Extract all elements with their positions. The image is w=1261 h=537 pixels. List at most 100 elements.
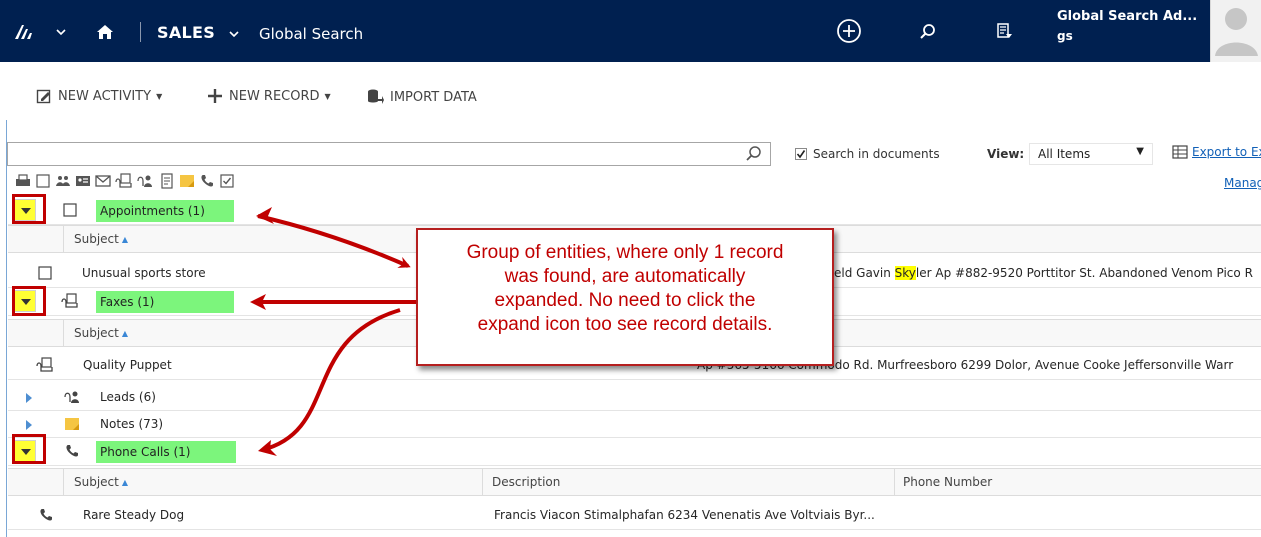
column-header-subject-label: Subject [74, 475, 119, 489]
search-input[interactable] [7, 142, 771, 166]
sort-ascending-icon: ▲ [121, 235, 129, 244]
new-activity-button[interactable]: NEW ACTIVITY ▼ [36, 88, 162, 104]
letter-icon[interactable] [159, 173, 175, 189]
lead-icon [64, 389, 82, 405]
dynamics-logo-icon[interactable] [14, 24, 38, 40]
annotation-callout: Group of entities, where only 1 record w… [416, 228, 834, 366]
import-data-icon [366, 88, 384, 106]
page-title[interactable]: Global Search [259, 25, 363, 43]
callout-line: expand icon too see record details. [477, 314, 773, 335]
advanced-find-icon[interactable] [996, 22, 1014, 40]
group-row-phone-calls[interactable]: Phone Calls (1) [8, 438, 1261, 466]
column-divider [63, 320, 64, 346]
view-select-value: All Items [1038, 147, 1091, 161]
group-label-notes[interactable]: Notes (73) [100, 417, 163, 431]
view-select[interactable]: All Items ▼ [1029, 143, 1153, 165]
column-divider [482, 469, 483, 495]
business-card-icon[interactable] [75, 173, 91, 189]
area-chevron-down-icon[interactable] [229, 30, 239, 38]
column-header-description[interactable]: Description [492, 469, 560, 495]
callout-line: expanded. No need to click the [494, 290, 756, 311]
table-row[interactable]: Rare Steady Dog Francis Viacon Stimalpha… [8, 502, 1261, 530]
annotation-highlight-box [12, 194, 46, 224]
record-description: Francis Viacon Stimalphafan 6234 Venenat… [494, 508, 875, 522]
record-subject[interactable]: Rare Steady Dog [83, 508, 184, 522]
user-org: gs [1057, 29, 1073, 43]
printer-icon[interactable] [15, 173, 31, 189]
export-to-excel-link[interactable]: Export to Excel [1192, 145, 1261, 159]
chevron-down-icon[interactable] [56, 28, 66, 36]
import-data-label: IMPORT DATA [390, 89, 477, 105]
search-in-documents-checkbox[interactable] [795, 148, 807, 160]
search-icon[interactable] [919, 23, 937, 41]
expand-icon[interactable] [26, 420, 32, 430]
new-activity-icon [36, 88, 52, 104]
contacts-icon[interactable] [55, 173, 71, 189]
manage-link[interactable]: Manage [1224, 176, 1261, 190]
phone-icon[interactable] [199, 173, 215, 189]
fax-icon [36, 357, 54, 373]
group-label-phone-calls[interactable]: Phone Calls (1) [96, 441, 236, 463]
column-divider [63, 469, 64, 495]
note-icon[interactable] [179, 173, 195, 189]
appointment-icon [62, 202, 78, 218]
left-border [6, 120, 7, 537]
entity-filter-bar [15, 170, 239, 192]
group-row-appointments[interactable]: Appointments (1) [8, 197, 1261, 225]
column-header-subject-label: Subject [74, 326, 119, 340]
search-highlight: Sky [894, 266, 916, 280]
plus-icon [207, 88, 223, 104]
excel-icon[interactable] [1172, 144, 1188, 160]
record-subject[interactable]: Unusual sports store [82, 266, 206, 280]
note-icon [64, 416, 80, 432]
column-divider [894, 469, 895, 495]
command-bar: NEW ACTIVITY ▼ NEW RECORD ▼ IMPORT DATA [0, 62, 1261, 138]
task-icon[interactable] [219, 173, 235, 189]
phone-icon [38, 507, 54, 523]
caret-down-icon: ▼ [1136, 146, 1144, 157]
annotation-highlight-box [12, 286, 46, 316]
group-row-notes[interactable]: Notes (73) [8, 411, 1261, 438]
new-activity-label: NEW ACTIVITY [58, 88, 152, 104]
search-button-icon[interactable] [745, 145, 763, 163]
callout-line: was found, are automatically [504, 266, 746, 287]
top-nav-bar: SALES Global Search Global Search Ad... … [0, 0, 1261, 62]
import-data-button[interactable]: IMPORT DATA [366, 88, 477, 106]
user-name[interactable]: Global Search Ad... [1057, 9, 1207, 24]
avatar[interactable] [1210, 0, 1261, 62]
expand-icon[interactable] [26, 393, 32, 403]
column-divider [63, 226, 64, 252]
column-header-subject[interactable]: Subject ▲ [74, 226, 128, 252]
grid-header-phone-calls: Subject ▲ Description Phone Number [8, 468, 1261, 496]
appointment-icon[interactable] [35, 173, 51, 189]
group-label-appointments[interactable]: Appointments (1) [96, 200, 234, 222]
home-icon[interactable] [96, 24, 114, 40]
sort-ascending-icon: ▲ [121, 329, 129, 338]
caret-down-icon: ▼ [324, 91, 331, 101]
group-label-faxes[interactable]: Faxes (1) [96, 291, 234, 313]
column-header-phone-number[interactable]: Phone Number [903, 469, 992, 495]
record-description: eld Gavin Skyler Ap #882-9520 Porttitor … [834, 266, 1253, 280]
appointment-icon [37, 265, 53, 281]
lead-icon[interactable] [137, 173, 155, 189]
column-header-subject-label: Subject [74, 232, 119, 246]
callout-line: Group of entities, where only 1 record [466, 242, 784, 263]
search-in-documents-label[interactable]: Search in documents [813, 147, 940, 161]
sort-ascending-icon: ▲ [121, 478, 129, 487]
nav-separator [140, 22, 141, 42]
column-header-subject[interactable]: Subject ▲ [74, 320, 128, 346]
group-row-leads[interactable]: Leads (6) [8, 384, 1261, 411]
area-selector[interactable]: SALES [157, 23, 215, 42]
quick-create-icon[interactable] [836, 18, 862, 44]
email-icon[interactable] [95, 173, 111, 189]
fax-icon[interactable] [115, 173, 133, 189]
phone-icon [64, 443, 80, 459]
record-description-text: ler Ap #882-9520 Porttitor St. Abandoned… [915, 266, 1253, 280]
caret-down-icon: ▼ [156, 91, 163, 101]
record-subject[interactable]: Quality Puppet [83, 358, 172, 372]
column-header-subject[interactable]: Subject ▲ [74, 469, 128, 495]
new-record-button[interactable]: NEW RECORD ▼ [207, 88, 331, 104]
group-label-leads[interactable]: Leads (6) [100, 390, 156, 404]
annotation-highlight-box [12, 434, 46, 464]
fax-icon [61, 293, 79, 309]
